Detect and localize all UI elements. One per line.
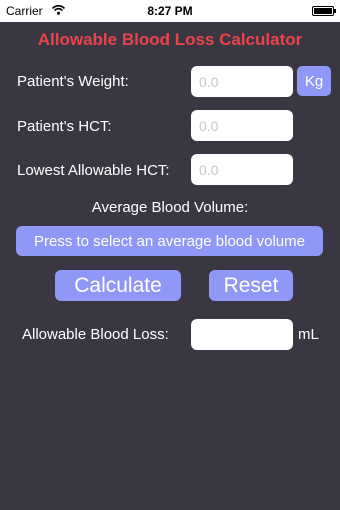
result-field[interactable] — [191, 319, 293, 350]
status-bar: Carrier 8:27 PM — [0, 0, 340, 22]
weight-input[interactable] — [191, 66, 293, 97]
status-time: 8:27 PM — [147, 4, 193, 18]
hct-label: Patient's HCT: — [17, 118, 112, 135]
calculator-screen: Carrier 8:27 PM Allowable Blood Loss Cal… — [0, 0, 340, 510]
lowest-hct-label: Lowest Allowable HCT: — [17, 162, 170, 179]
weight-label: Patient's Weight: — [17, 73, 129, 90]
select-blood-volume-button[interactable]: Press to select an average blood volume — [16, 226, 323, 256]
result-unit: mL — [298, 326, 319, 343]
calculate-button[interactable]: Calculate — [55, 270, 181, 301]
hct-input[interactable] — [191, 110, 293, 141]
blood-volume-heading: Average Blood Volume: — [91, 199, 249, 216]
weight-unit-button[interactable]: Kg — [297, 66, 331, 96]
lowest-hct-input[interactable] — [191, 154, 293, 185]
app-title: Allowable Blood Loss Calculator — [37, 30, 303, 49]
reset-button[interactable]: Reset — [209, 270, 293, 301]
battery-icon — [312, 6, 336, 16]
result-label: Allowable Blood Loss: — [22, 326, 169, 343]
